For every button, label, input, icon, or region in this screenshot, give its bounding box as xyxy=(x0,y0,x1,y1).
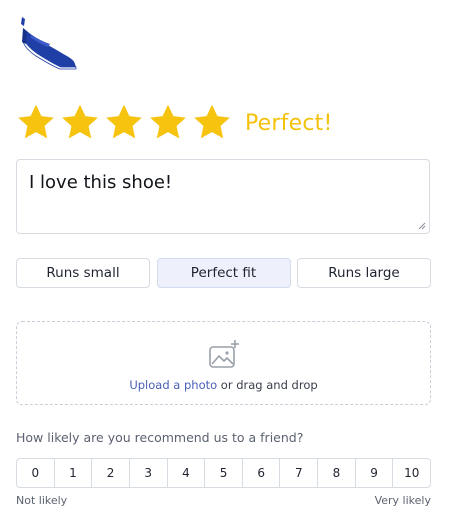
resize-handle-icon[interactable] xyxy=(418,222,426,230)
sneaker-icon xyxy=(21,17,77,70)
upload-instructions: Upload a photo or drag and drop xyxy=(129,378,317,392)
star-rating: Perfect! xyxy=(15,100,435,146)
nps-max-label: Very likely xyxy=(374,494,431,507)
fit-option-label: Runs small xyxy=(46,265,120,281)
nps-option-3[interactable]: 3 xyxy=(130,459,168,487)
nps-option-9[interactable]: 9 xyxy=(356,459,394,487)
fit-option-label: Runs large xyxy=(328,265,400,281)
nps-option-2[interactable]: 2 xyxy=(92,459,130,487)
nps-option-1[interactable]: 1 xyxy=(55,459,93,487)
fit-options: Runs small Perfect fit Runs large xyxy=(16,258,431,288)
nps-option-0[interactable]: 0 xyxy=(17,459,55,487)
fit-option-runs-large[interactable]: Runs large xyxy=(297,258,431,288)
nps-min-label: Not likely xyxy=(16,494,68,507)
upload-rest-text: or drag and drop xyxy=(217,378,318,392)
star-1-icon[interactable] xyxy=(15,102,57,144)
upload-photo-link[interactable]: Upload a photo xyxy=(129,378,217,392)
photo-dropzone[interactable]: Upload a photo or drag and drop xyxy=(16,321,431,405)
star-3-icon[interactable] xyxy=(103,102,145,144)
nps-option-6[interactable]: 6 xyxy=(243,459,281,487)
star-5-icon[interactable] xyxy=(191,102,233,144)
review-text: I love this shoe! xyxy=(29,172,173,193)
review-textarea[interactable]: I love this shoe! xyxy=(16,159,430,234)
fit-option-label: Perfect fit xyxy=(190,265,257,281)
fit-option-runs-small[interactable]: Runs small xyxy=(16,258,150,288)
nps-scale: 0 1 2 3 4 5 6 7 8 9 10 xyxy=(16,458,431,488)
nps-option-7[interactable]: 7 xyxy=(280,459,319,487)
star-2-icon[interactable] xyxy=(59,102,101,144)
add-image-icon xyxy=(208,340,239,368)
nps-option-8[interactable]: 8 xyxy=(318,459,356,487)
nps-option-10[interactable]: 10 xyxy=(393,459,430,487)
recommend-question: How likely are you recommend us to a fri… xyxy=(16,430,304,445)
fit-option-perfect-fit[interactable]: Perfect fit xyxy=(156,258,291,288)
star-4-icon[interactable] xyxy=(147,102,189,144)
nps-option-4[interactable]: 4 xyxy=(168,459,206,487)
star-list xyxy=(15,102,233,144)
review-form: Perfect! I love this shoe! Runs small Pe… xyxy=(0,0,450,520)
nps-option-5[interactable]: 5 xyxy=(205,459,243,487)
rating-label: Perfect! xyxy=(245,110,333,136)
